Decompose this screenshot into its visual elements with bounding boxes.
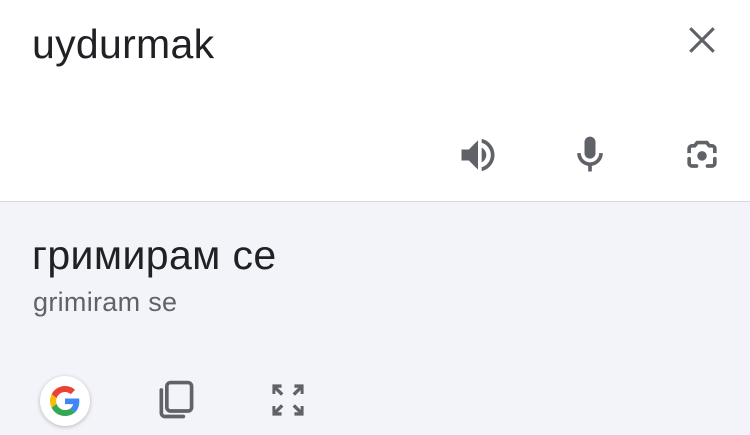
transliteration-text: grimiram se — [33, 287, 178, 317]
google-logo-icon — [50, 386, 80, 416]
source-panel: uydurmak — [0, 0, 750, 202]
copy-translation-button[interactable] — [150, 374, 202, 426]
translation-text: гримирам се — [32, 232, 277, 278]
fullscreen-icon — [272, 384, 304, 416]
clear-text-button[interactable] — [678, 16, 726, 64]
result-panel: гримирам се grimiram se — [0, 202, 750, 435]
camera-translate-button[interactable] — [676, 129, 728, 181]
google-search-button[interactable] — [40, 376, 90, 426]
copy-icon — [159, 380, 194, 419]
close-icon — [689, 27, 715, 53]
speaker-icon — [461, 138, 495, 172]
source-text-input[interactable]: uydurmak — [32, 17, 214, 71]
listen-source-button[interactable] — [452, 129, 504, 181]
fullscreen-button[interactable] — [262, 374, 314, 426]
camera-lens-icon — [687, 140, 717, 168]
voice-input-button[interactable] — [564, 129, 616, 181]
translate-app: uydurmak гримирам се grimiram se — [0, 0, 750, 435]
microphone-icon — [577, 136, 603, 172]
